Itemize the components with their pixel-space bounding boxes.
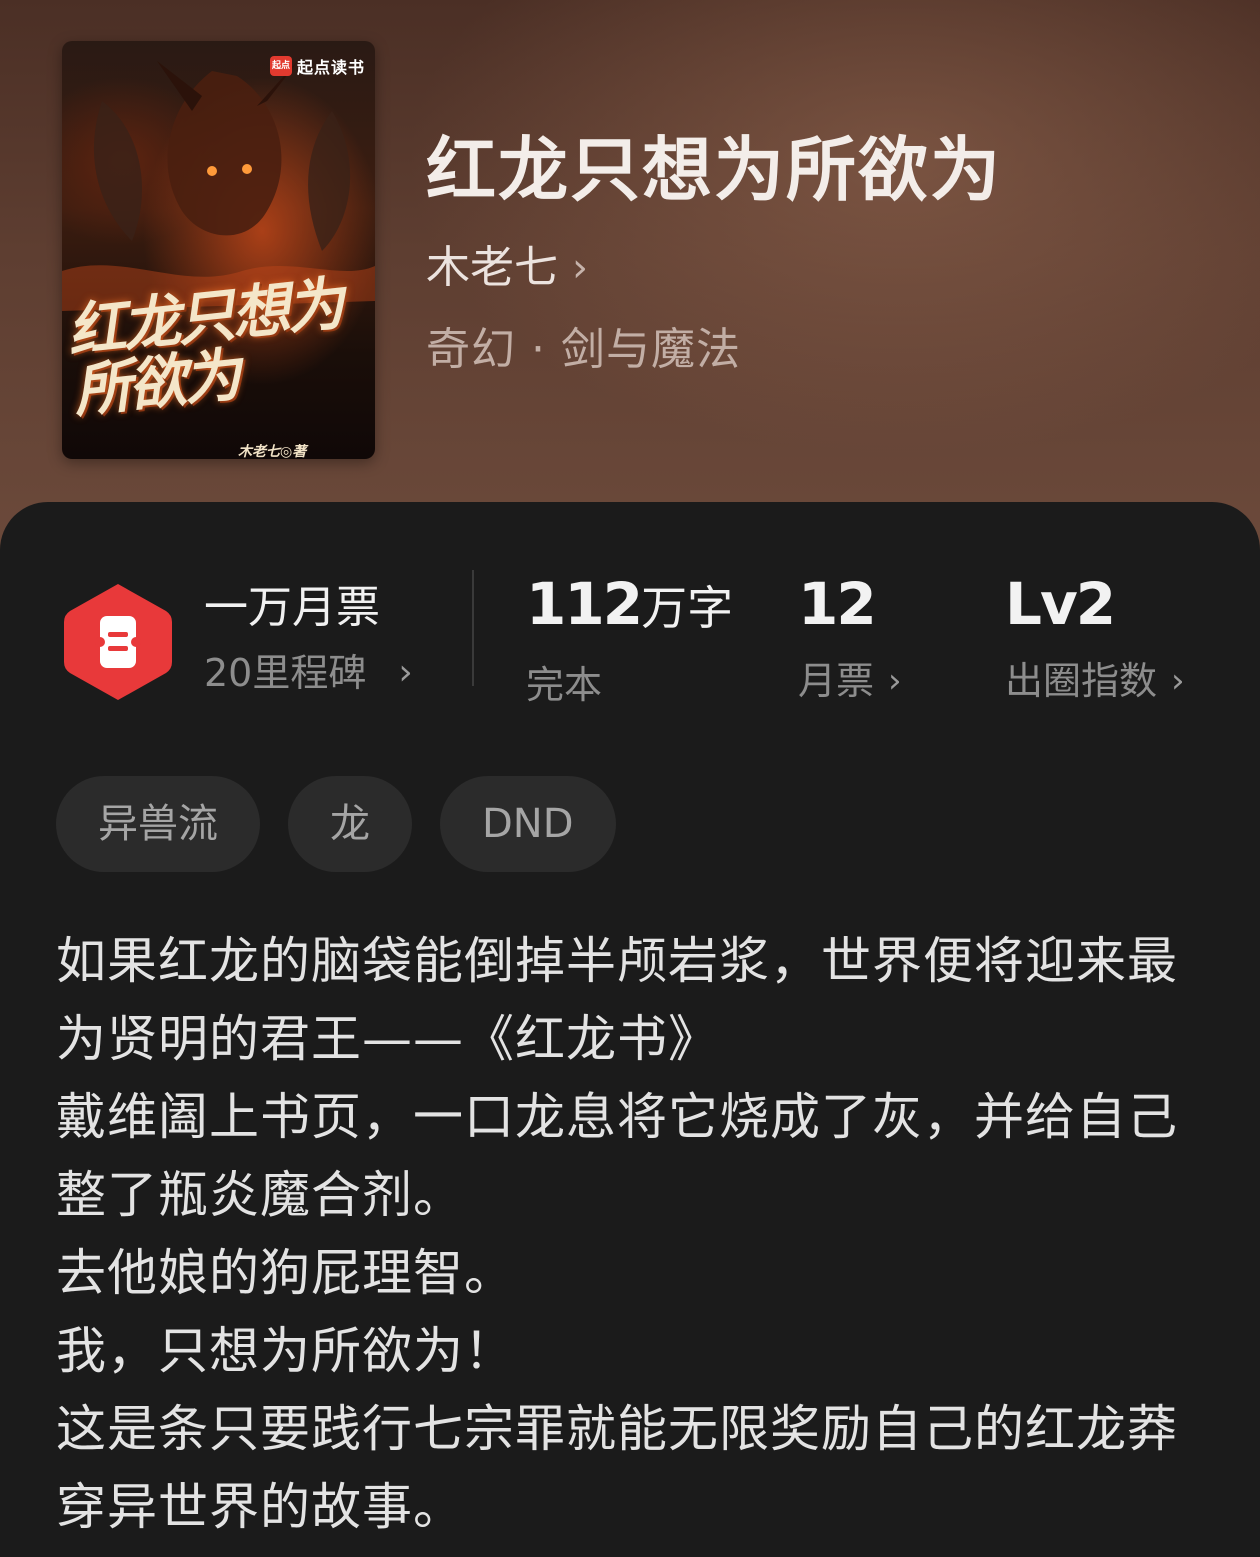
word-count-unit: 万字 [641,581,734,635]
monthly-ticket-title: 一万月票 [204,582,380,633]
monthly-ticket-stat[interactable]: 12 月票 › [798,568,902,706]
tag-chip[interactable]: 龙 [288,776,412,872]
cover-brand-badge: 起点 起点读书 [269,53,365,79]
index-label: 出圈指数 [1005,659,1158,703]
book-description[interactable]: 如果红龙的脑袋能倒掉半颅岩浆，世界便将迎来最为贤明的君王——《红龙书》 戴维阖上… [56,922,1206,1546]
author-name: 木老七 [426,242,558,293]
book-cover[interactable]: 起点 起点读书 红龙只想为所欲为 木老七◎著 [62,41,375,459]
ticket-label: 月票 [798,659,875,703]
ticket-count: 12 [798,570,877,638]
stats-row: 一万月票 20里程碑 › 112万字 完本 12 月票 › Lv2 出圈指数 › [0,560,1260,720]
description-paragraph: 如果红龙的脑袋能倒掉半颅岩浆，世界便将迎来最为贤明的君王——《红龙书》 [56,932,1178,1068]
description-paragraph: 去他娘的狗屁理智。 [56,1244,515,1302]
chevron-right-icon: › [888,661,902,701]
word-count-stat: 112万字 完本 [526,568,733,710]
genre-label: 奇幻 · 剑与魔法 [426,324,741,375]
word-count-value: 112 [526,570,643,638]
chevron-right-icon: › [398,652,413,693]
milestone-label: 20里程碑 [204,651,367,695]
tag-list: 异兽流 龙 DND [56,776,616,872]
book-title: 红龙只想为所欲为 [426,128,1002,211]
stats-divider [472,570,474,686]
status-label: 完本 [526,663,603,707]
brand-logo-icon: 起点 [269,56,292,76]
tag-chip[interactable]: 异兽流 [56,776,260,872]
description-paragraph: 戴维阖上书页，一口龙息将它烧成了灰，并给自己整了瓶炎魔合剂。 [56,1088,1178,1224]
popularity-index-stat[interactable]: Lv2 出圈指数 › [1005,568,1185,706]
milestone-link[interactable]: 20里程碑 › [204,648,413,698]
brand-name: 起点读书 [296,58,365,77]
ticket-icon [62,580,174,704]
tag-chip[interactable]: DND [440,776,616,872]
author-link[interactable]: 木老七 › [426,240,588,296]
chevron-right-icon: › [572,245,588,291]
description-paragraph: 我，只想为所欲为！ [56,1322,515,1380]
index-level: Lv2 [1005,570,1116,638]
description-paragraph: 这是条只要践行七宗罪就能无限奖励自己的红龙莽穿异世界的故事。 [56,1400,1178,1536]
cover-author-credit: 木老七◎著 [238,444,307,459]
chevron-right-icon: › [1171,661,1185,701]
